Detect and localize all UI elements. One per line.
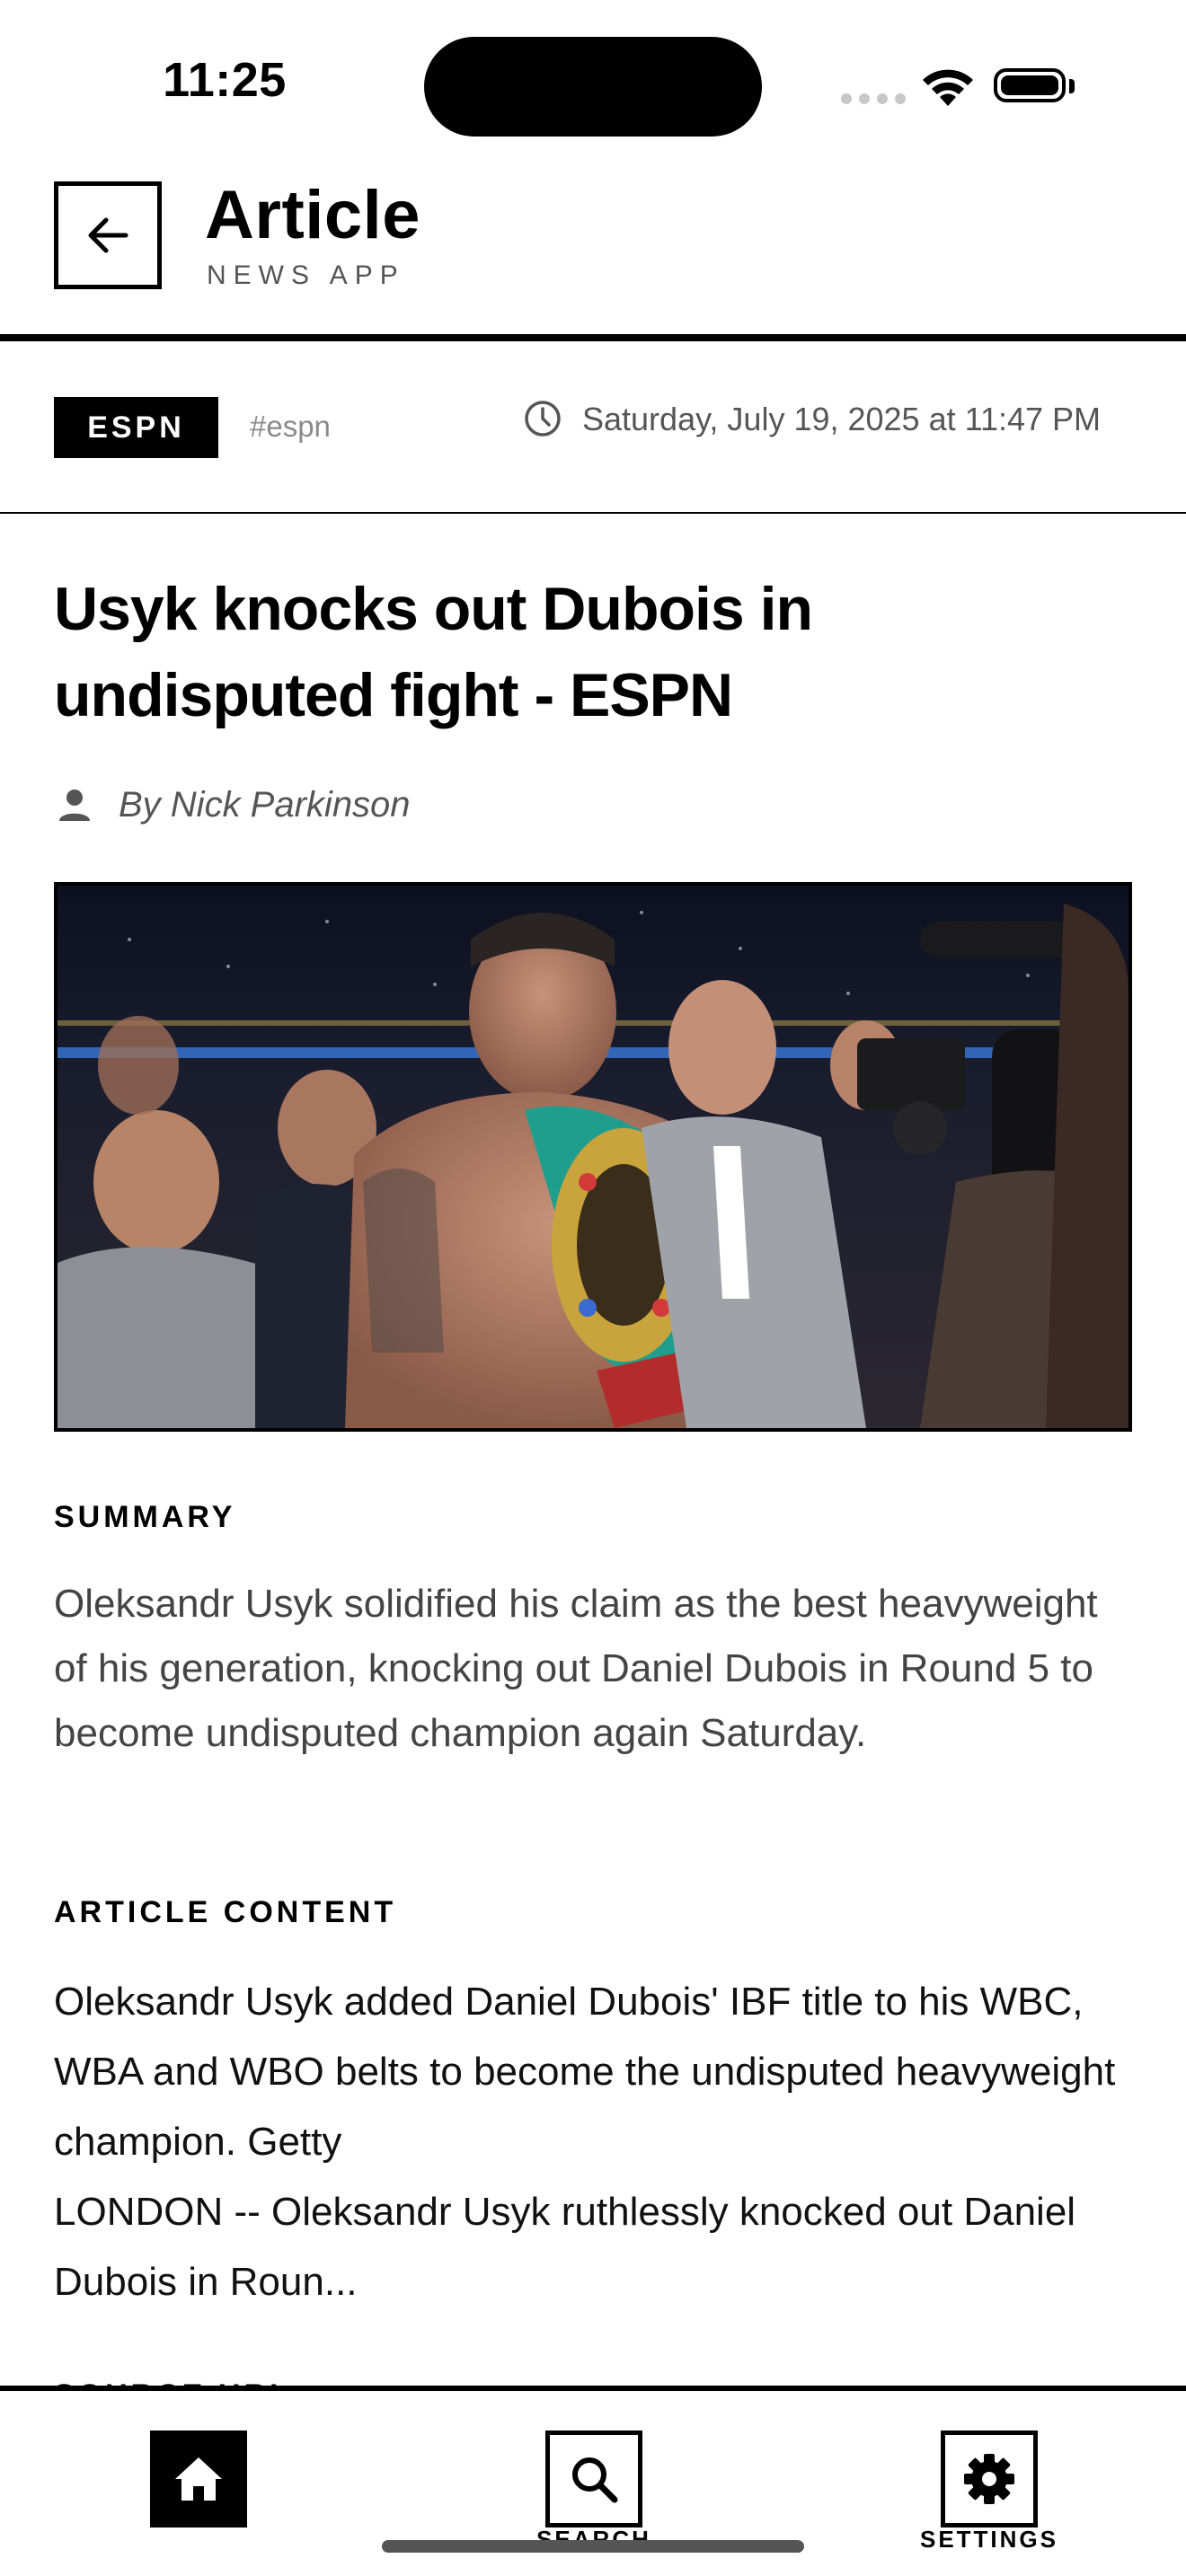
summary-text: Oleksandr Usyk solidified his claim as t…	[54, 1582, 1098, 1755]
dynamic-island	[424, 37, 762, 137]
page-subtitle: NEWS APP	[207, 260, 405, 290]
wifi-icon	[923, 69, 973, 106]
status-time: 11:25	[163, 53, 287, 107]
home-icon	[175, 2457, 222, 2501]
summary-heading: SUMMARY	[54, 1500, 236, 1534]
back-button[interactable]	[54, 181, 162, 289]
source-badge: ESPN	[54, 397, 218, 458]
nav-settings-label: SETTINGS	[919, 2526, 1058, 2553]
article-hero-image	[54, 882, 1132, 1432]
article-author: By Nick Parkinson	[119, 785, 411, 825]
battery-tip	[1069, 79, 1075, 93]
cellular-signal-icon	[841, 93, 906, 104]
header-divider	[0, 334, 1186, 341]
person-icon	[59, 790, 90, 821]
arrow-left-icon	[88, 217, 128, 253]
nav-settings-button[interactable]	[941, 2430, 1038, 2527]
source-hashtag: #espn	[250, 410, 331, 443]
content-heading: ARTICLE CONTENT	[54, 1895, 397, 1929]
publish-date: Saturday, July 19, 2025 at 11:47 PM	[582, 401, 1102, 437]
clock-icon	[525, 401, 561, 437]
article-content: Oleksandr Usyk added Daniel Dubois' IBF …	[54, 1980, 1116, 2304]
battery-icon	[994, 68, 1066, 102]
page-title: Article	[205, 177, 421, 253]
nav-home-button[interactable]	[150, 2430, 247, 2527]
boxer-with-championship-belt-photo	[58, 886, 1128, 1428]
search-icon	[572, 2457, 618, 2503]
home-indicator[interactable]	[382, 2540, 804, 2553]
meta-divider	[0, 512, 1186, 514]
nav-search-button[interactable]	[545, 2430, 642, 2527]
gear-icon	[964, 2454, 1014, 2504]
article-headline: Usyk knocks out Dubois in undisputed fig…	[54, 575, 813, 729]
